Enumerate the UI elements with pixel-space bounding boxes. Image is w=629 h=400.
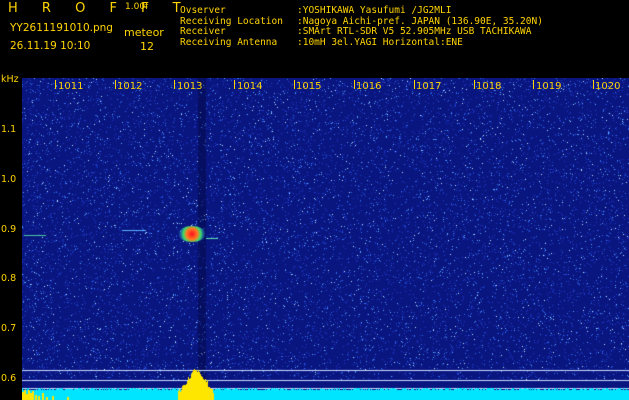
x-tick-label: 1012 xyxy=(117,81,143,92)
y-tick-label: 0.8 xyxy=(1,273,17,284)
info-row-antenna: Receiving Antenna :10mH 3el.YAGI Horizon… xyxy=(180,36,543,49)
x-tick-mark xyxy=(234,80,235,89)
x-tick-mark xyxy=(174,80,175,89)
y-tick-label: 1.0 xyxy=(1,174,17,185)
x-tick-mark xyxy=(414,80,415,89)
spectrogram-plot xyxy=(22,78,629,400)
x-tick-label: 1017 xyxy=(416,81,442,92)
filename-label: YY2611191010.png xyxy=(10,22,113,34)
x-tick-mark xyxy=(593,80,594,89)
y-tick-label: 0.7 xyxy=(1,323,17,334)
x-tick-label: 1016 xyxy=(356,81,382,92)
info-value: :SMArt RTL-SDR V5 52.905MHz USB TACHIKAW… xyxy=(297,26,532,37)
app-logo: H R O F F T xyxy=(8,1,191,16)
spectrogram-canvas xyxy=(22,78,629,400)
x-tick-mark xyxy=(354,80,355,89)
x-tick-label: 1018 xyxy=(476,81,502,92)
station-info: Ovserver :YOSHIKAWA Yasufumi /JG2MLI Rec… xyxy=(180,5,543,49)
x-tick-label: 1020 xyxy=(595,81,621,92)
info-label: Ovserver xyxy=(180,5,226,16)
header: H R O F F T 1.00f YY2611191010.png meteo… xyxy=(0,0,629,78)
x-tick-mark xyxy=(294,80,295,89)
x-tick-label: 1015 xyxy=(296,81,322,92)
x-tick-label: 1014 xyxy=(237,81,263,92)
info-value: :YOSHIKAWA Yasufumi /JG2MLI xyxy=(297,5,452,16)
meteor-count: 12 xyxy=(140,40,154,53)
datetime-label: 26.11.19 10:10 xyxy=(10,40,91,52)
x-tick-label: 1013 xyxy=(177,81,203,92)
info-row-observer: Ovserver :YOSHIKAWA Yasufumi /JG2MLI xyxy=(180,5,543,17)
y-tick-label: 1.1 xyxy=(1,124,17,135)
y-tick-label: 0.6 xyxy=(1,373,17,384)
y-unit-label: kHz xyxy=(1,74,19,85)
x-tick-label: 1019 xyxy=(536,81,562,92)
info-value: :10mH 3el.YAGI Horizontal:ENE xyxy=(297,36,463,48)
x-tick-label: 1011 xyxy=(58,81,84,92)
version-label: 1.00f xyxy=(125,2,149,12)
info-row-receiver: Receiver :SMArt RTL-SDR V5 52.905MHz USB… xyxy=(180,26,543,38)
x-tick-mark xyxy=(474,80,475,89)
x-tick-mark xyxy=(55,80,56,89)
meteor-label: meteor xyxy=(124,26,164,39)
y-tick-label: 0.9 xyxy=(1,224,17,235)
x-tick-mark xyxy=(115,80,116,89)
info-label: Receiving Antenna xyxy=(180,36,278,48)
x-tick-mark xyxy=(533,80,534,89)
info-label: Receiver xyxy=(180,26,226,37)
